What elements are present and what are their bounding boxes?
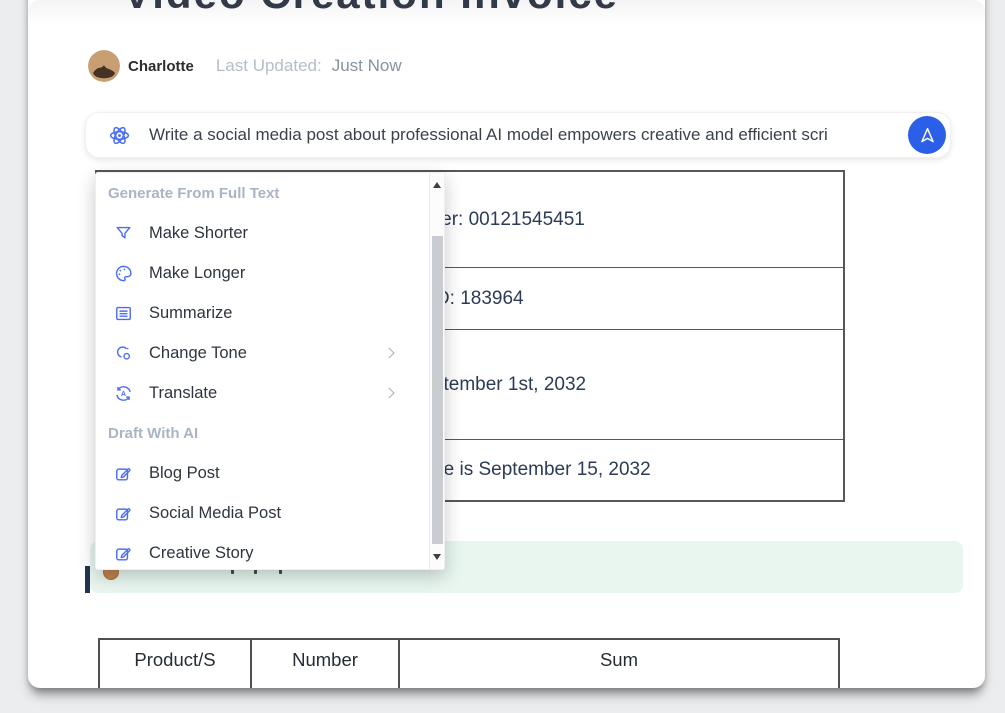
send-button[interactable] — [908, 116, 946, 154]
menu-item-translate[interactable]: A Translate — [96, 373, 431, 413]
column-header-product[interactable]: Product/S — [100, 640, 250, 688]
author-row: Charlotte Last Updated: Just Now — [88, 50, 402, 82]
products-table: Product/S Number Sum — [98, 638, 840, 688]
last-updated-value: Just Now — [332, 56, 402, 76]
svg-text:A: A — [121, 389, 126, 397]
author-name: Charlotte — [128, 58, 194, 75]
column-header-sum[interactable]: Sum — [398, 640, 838, 688]
funnel-icon — [114, 224, 133, 243]
menu-item-creative-story[interactable]: Creative Story — [96, 533, 431, 573]
ai-actions-menu: Generate From Full Text Make Shorter Mak… — [95, 172, 445, 570]
menu-item-change-tone[interactable]: Change Tone — [96, 333, 431, 373]
compose-icon — [114, 504, 133, 523]
scrollbar-thumb[interactable] — [432, 236, 443, 544]
menu-item-summarize[interactable]: Summarize — [96, 293, 431, 333]
compose-icon — [114, 464, 133, 483]
menu-section-draft: Draft With AI — [96, 413, 431, 453]
ai-prompt-bar[interactable]: Write a social media post about professi… — [85, 112, 951, 158]
ai-atom-icon — [108, 124, 131, 147]
column-header-number[interactable]: Number — [250, 640, 398, 688]
last-updated-label: Last Updated: — [216, 56, 322, 76]
menu-item-make-longer[interactable]: Make Longer — [96, 253, 431, 293]
menu-section-generate: Generate From Full Text — [96, 173, 431, 213]
translate-icon: A — [114, 384, 133, 403]
menu-item-blog-post[interactable]: Blog Post — [96, 453, 431, 493]
prompt-input[interactable]: Write a social media post about professi… — [149, 125, 908, 145]
avatar — [88, 50, 120, 82]
menu-item-social-media-post[interactable]: Social Media Post — [96, 493, 431, 533]
palette-icon — [114, 264, 133, 283]
menu-scrollbar[interactable] — [429, 173, 444, 569]
compose-icon — [114, 544, 133, 563]
text-cursor — [85, 566, 90, 593]
scroll-up-icon[interactable] — [433, 182, 441, 188]
menu-item-make-shorter[interactable]: Make Shorter — [96, 213, 431, 253]
document-lines-icon — [114, 304, 133, 323]
tone-circles-icon — [114, 344, 133, 363]
document-title[interactable]: Video Creation Invoice — [123, 0, 619, 18]
submenu-chevron-icon — [383, 347, 394, 358]
scroll-down-icon[interactable] — [433, 554, 441, 560]
send-arrow-icon — [917, 125, 938, 146]
submenu-chevron-icon — [383, 387, 394, 398]
